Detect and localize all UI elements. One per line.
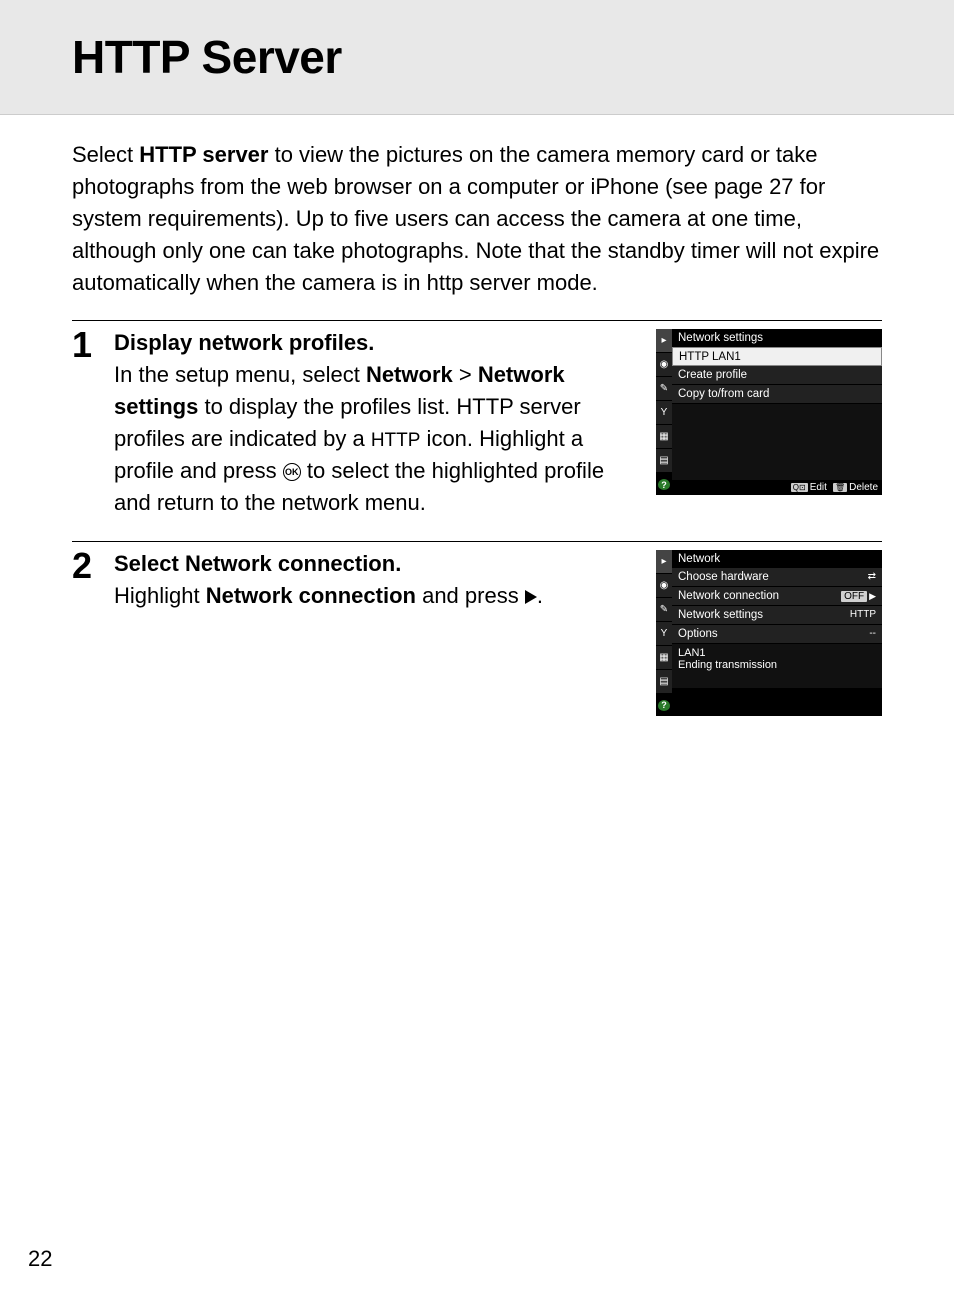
intro-pre: Select — [72, 142, 139, 167]
menu-row-selected: HTTP LAN1 — [672, 347, 882, 366]
step-2-heading: Select Network connection. — [114, 551, 401, 576]
trash-icon: 🗑 — [833, 483, 847, 492]
menu-body: Network settings HTTP LAN1 Create profil… — [672, 329, 882, 495]
status-line-1: LAN1 — [678, 647, 876, 659]
header-bar: HTTP Server — [0, 0, 954, 115]
right-arrow-icon — [525, 590, 537, 604]
help-icon: ? — [658, 700, 670, 712]
step-2: 2 Select Network connection. Highlight N… — [72, 541, 882, 716]
row-value: -- — [869, 628, 876, 639]
menu-status: LAN1 Ending transmission — [672, 644, 882, 688]
page-number: 22 — [28, 1246, 52, 1272]
intro-bold: HTTP server — [139, 142, 268, 167]
step-1: 1 Display network profiles. In the setup… — [72, 320, 882, 518]
menu-body: Network Choose hardware ⇄ Network connec… — [672, 550, 882, 716]
menu-row: Choose hardware ⇄ — [672, 568, 882, 587]
content-area: Select HTTP server to view the pictures … — [0, 115, 954, 716]
wrench-icon: Y — [656, 622, 672, 646]
s2a: Highlight — [114, 583, 206, 608]
step-number: 1 — [72, 327, 96, 363]
camera-menu-1: ▸ ◉ ✎ Y ▦ ▤ ? Network settings HTTP LAN1… — [656, 329, 882, 495]
step-number: 2 — [72, 548, 96, 584]
camera-icon: ◉ — [656, 574, 672, 598]
menu-row: Options -- — [672, 625, 882, 644]
ethernet-icon: ⇄ — [868, 571, 876, 582]
row-value: HTTP — [850, 609, 876, 620]
menu-row: Network connection OFF▶ — [672, 587, 882, 606]
s1a: In the setup menu, select — [114, 362, 366, 387]
camera-icon: ◉ — [656, 353, 672, 377]
step-2-text: Select Network connection. Highlight Net… — [114, 548, 638, 612]
s2c: and press — [416, 583, 525, 608]
menu-title: Network settings — [672, 329, 882, 347]
list-icon: ▤ — [656, 670, 672, 694]
page-title: HTTP Server — [72, 30, 954, 84]
s2b: Network connection — [206, 583, 416, 608]
step-1-heading: Display network profiles. — [114, 330, 374, 355]
list-icon: ▤ — [656, 449, 672, 473]
edit-hint: Q⊡Edit — [791, 482, 827, 493]
menu-row: Copy to/from card — [672, 385, 882, 404]
help-icon: ? — [658, 479, 670, 491]
row-value: OFF▶ — [841, 590, 876, 602]
step-1-text: Display network profiles. In the setup m… — [114, 327, 638, 518]
s1b: Network — [366, 362, 453, 387]
play-icon: ▸ — [656, 329, 672, 353]
menu-sidebar: ▸ ◉ ✎ Y ▦ ▤ ? — [656, 550, 672, 716]
intro-paragraph: Select HTTP server to view the pictures … — [72, 139, 882, 298]
http-icon: HTTP — [371, 430, 421, 451]
pencil-icon: ✎ — [656, 377, 672, 401]
menu-title: Network — [672, 550, 882, 568]
play-icon: ▸ — [656, 550, 672, 574]
chevron-right-icon: ▶ — [869, 591, 876, 601]
wrench-icon: Y — [656, 401, 672, 425]
retouch-icon: ▦ — [656, 425, 672, 449]
ok-button-icon: OK — [283, 463, 301, 481]
delete-hint: 🗑Delete — [833, 482, 878, 493]
status-line-2: Ending transmission — [678, 659, 876, 671]
step-1-screenshot: ▸ ◉ ✎ Y ▦ ▤ ? Network settings HTTP LAN1… — [656, 329, 882, 495]
menu-row: Network settings HTTP — [672, 606, 882, 625]
s1c: > — [453, 362, 478, 387]
retouch-icon: ▦ — [656, 646, 672, 670]
s2d: . — [537, 583, 543, 608]
menu-sidebar: ▸ ◉ ✎ Y ▦ ▤ ? — [656, 329, 672, 495]
menu-footer: Q⊡Edit 🗑Delete — [672, 480, 882, 495]
step-2-screenshot: ▸ ◉ ✎ Y ▦ ▤ ? Network Choose hardware ⇄ — [656, 550, 882, 716]
zoom-ok-icon: Q⊡ — [791, 483, 808, 492]
camera-menu-2: ▸ ◉ ✎ Y ▦ ▤ ? Network Choose hardware ⇄ — [656, 550, 882, 716]
pencil-icon: ✎ — [656, 598, 672, 622]
menu-row: Create profile — [672, 366, 882, 385]
